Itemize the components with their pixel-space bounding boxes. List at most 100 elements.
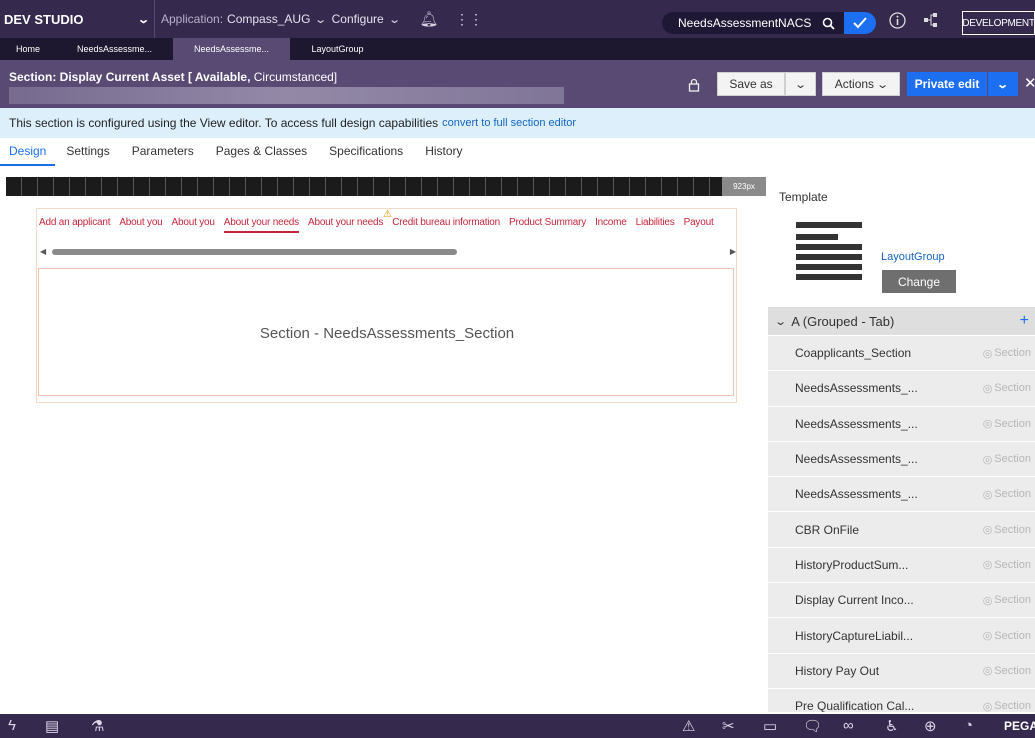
list-item[interactable]: Pre Qualification Cal... ◎ Section (768, 688, 1035, 712)
studio-name: DEV STUDIO (4, 11, 84, 27)
info-icon[interactable] (888, 11, 906, 29)
application-menu[interactable]: Application: Compass_AUG ⌄ (161, 12, 327, 26)
rule-title: Section: Display Current Asset [ Availab… (9, 70, 337, 84)
item-type: ◎ Section (983, 488, 1031, 501)
tab-history[interactable]: History (414, 140, 473, 166)
scroll-right-icon[interactable]: ▶ (730, 247, 736, 256)
template-name-link[interactable]: LayoutGroup (881, 251, 945, 263)
globe-icon[interactable]: ⊕ (924, 717, 937, 735)
layout-tab[interactable]: Add an applicant (39, 217, 111, 233)
eye-icon: ◎ (982, 594, 993, 607)
flask-icon[interactable]: ⚗︎ (91, 717, 104, 735)
rule-title-suffix: Circumstanced] (253, 70, 338, 84)
bottom-toolbar: ϟ ▤ ⚗︎ ⚠︎ ✂︎ ▭ 🗨︎ ∞ ♿︎ ⊕ ◔ PEGA (0, 714, 1035, 738)
clipboard-icon[interactable]: ▭ (763, 717, 777, 735)
list-item[interactable]: Coapplicants_Section ◎ Section (768, 336, 1035, 372)
horizontal-scrollbar[interactable]: ◀ ▶ (38, 246, 736, 258)
redacted-description (9, 87, 564, 104)
doc-tab[interactable]: NeedsAssessme... (56, 38, 173, 60)
layout-group-template-icon (796, 222, 862, 280)
hierarchy-icon[interactable] (922, 11, 940, 29)
scrollbar-thumb[interactable] (52, 249, 457, 255)
private-edit-menu-button[interactable]: ⌄ (988, 72, 1018, 96)
layout-tab-active[interactable]: About your needs (223, 217, 299, 233)
save-as-button[interactable]: Save as (717, 72, 785, 96)
eye-icon: ◎ (982, 524, 993, 537)
layout-tab[interactable]: About you (172, 217, 215, 233)
eye-icon: ◎ (982, 347, 993, 360)
lock-icon[interactable] (688, 78, 700, 95)
doc-tab[interactable]: LayoutGroup (290, 38, 385, 60)
list-item[interactable]: HistoryCaptureLiabil... ◎ Section (768, 618, 1035, 654)
actions-button[interactable]: Actions ⌄ (822, 72, 900, 96)
accessibility-icon[interactable]: ♿︎ (885, 717, 898, 735)
tab-design[interactable]: Design (0, 140, 56, 166)
item-type: ◎ Section (982, 523, 1031, 537)
convert-section-link[interactable]: convert to full section editor (442, 117, 576, 129)
item-type: ◎ Section (983, 629, 1031, 643)
item-type-label: Section (994, 629, 1031, 642)
embedded-section-label: Section - NeedsAssessments_Section (259, 325, 515, 342)
configure-menu[interactable]: Configure ⌄ (332, 12, 401, 26)
layout-tab[interactable]: Liabilities (636, 217, 675, 233)
rule-title-name: Section: Display Current Asset (9, 70, 185, 84)
checkmark-icon[interactable] (844, 12, 876, 34)
search-input[interactable]: NeedsAssessmentNACS (678, 16, 812, 30)
eye-icon: ◎ (982, 453, 993, 466)
warning-icon[interactable]: ⚠︎ (682, 717, 695, 735)
doc-tab-active[interactable]: NeedsAssessme... (173, 38, 290, 60)
item-name: NeedsAssessments_... (795, 381, 918, 396)
list-item[interactable]: Display Current Inco... ◎ Section (768, 583, 1035, 619)
search-field[interactable]: NeedsAssessmentNACS (662, 12, 876, 34)
close-icon[interactable]: ✕ (1024, 74, 1035, 92)
chevron-down-icon: ⌄ (876, 78, 890, 91)
scissors-icon[interactable]: ✂︎ (722, 717, 735, 735)
tab-pages-classes[interactable]: Pages & Classes (205, 140, 318, 166)
embedded-section[interactable]: Section - NeedsAssessments_Section (38, 268, 734, 396)
grid-menu-icon[interactable]: ⋮⋮ (455, 10, 483, 28)
item-type-label: Section (994, 382, 1031, 395)
canvas-ruler[interactable]: 923px (6, 177, 766, 196)
performance-icon[interactable]: ◔ (964, 717, 973, 734)
scroll-left-icon[interactable]: ◀ (40, 247, 46, 256)
tab-specifications[interactable]: Specifications (318, 140, 414, 166)
list-item[interactable]: NeedsAssessments_... ◎ Section (768, 477, 1035, 513)
group-header[interactable]: ⌄ A (Grouped - Tab) + (768, 307, 1035, 335)
list-item[interactable]: History Pay Out ◎ Section (768, 653, 1035, 689)
layout-tab[interactable]: About your needs (308, 217, 383, 233)
private-edit-button[interactable]: Private edit (907, 72, 987, 96)
rule-title-status: [ Available, (187, 70, 251, 84)
comment-icon[interactable]: 🗨︎ (803, 717, 822, 735)
glasses-icon[interactable]: ∞ (843, 717, 854, 734)
eye-icon: ◎ (982, 418, 993, 431)
template-title: Template (779, 190, 828, 204)
list-item[interactable]: NeedsAssessments_... ◎ Section (768, 371, 1035, 407)
list-item[interactable]: NeedsAssessments_... ◎ Section (768, 406, 1035, 442)
layout-tab[interactable]: Payout (684, 217, 714, 233)
change-template-button[interactable]: Change (882, 270, 956, 293)
list-item[interactable]: HistoryProductSum... ◎ Section (768, 547, 1035, 584)
tab-parameters[interactable]: Parameters (121, 140, 205, 166)
item-type: ◎ Section (983, 382, 1031, 395)
doc-tab-home[interactable]: Home (0, 38, 56, 60)
save-as-menu-button[interactable]: ⌄ (785, 72, 816, 96)
eye-icon: ◎ (982, 488, 993, 501)
clipboard-icon[interactable]: ▤ (45, 717, 59, 735)
chevron-down-icon: ⌄ (387, 13, 401, 26)
info-message: This section is configured using the Vie… (9, 116, 439, 130)
item-name: NeedsAssessments_... (795, 416, 918, 431)
list-item[interactable]: CBR OnFile ◎ Section (768, 512, 1035, 548)
add-icon[interactable]: + (1020, 312, 1029, 330)
search-icon[interactable] (812, 12, 844, 34)
lightning-icon[interactable]: ϟ (8, 717, 16, 734)
list-item[interactable]: NeedsAssessments_... ◎ Section (768, 441, 1035, 478)
layout-tab[interactable]: Income (595, 217, 627, 233)
layout-tab[interactable]: Credit bureau information (392, 217, 500, 233)
bell-icon[interactable]: 🔔︎ (419, 10, 438, 28)
chevron-down-icon[interactable]: ⌄ (774, 315, 787, 328)
layout-tab[interactable]: About you (119, 217, 162, 233)
tab-settings[interactable]: Settings (55, 140, 120, 166)
studio-switcher[interactable]: DEV STUDIO ⌄ (0, 0, 155, 38)
item-name: History Pay Out (795, 663, 880, 678)
layout-tab[interactable]: Product Summary (509, 217, 586, 233)
